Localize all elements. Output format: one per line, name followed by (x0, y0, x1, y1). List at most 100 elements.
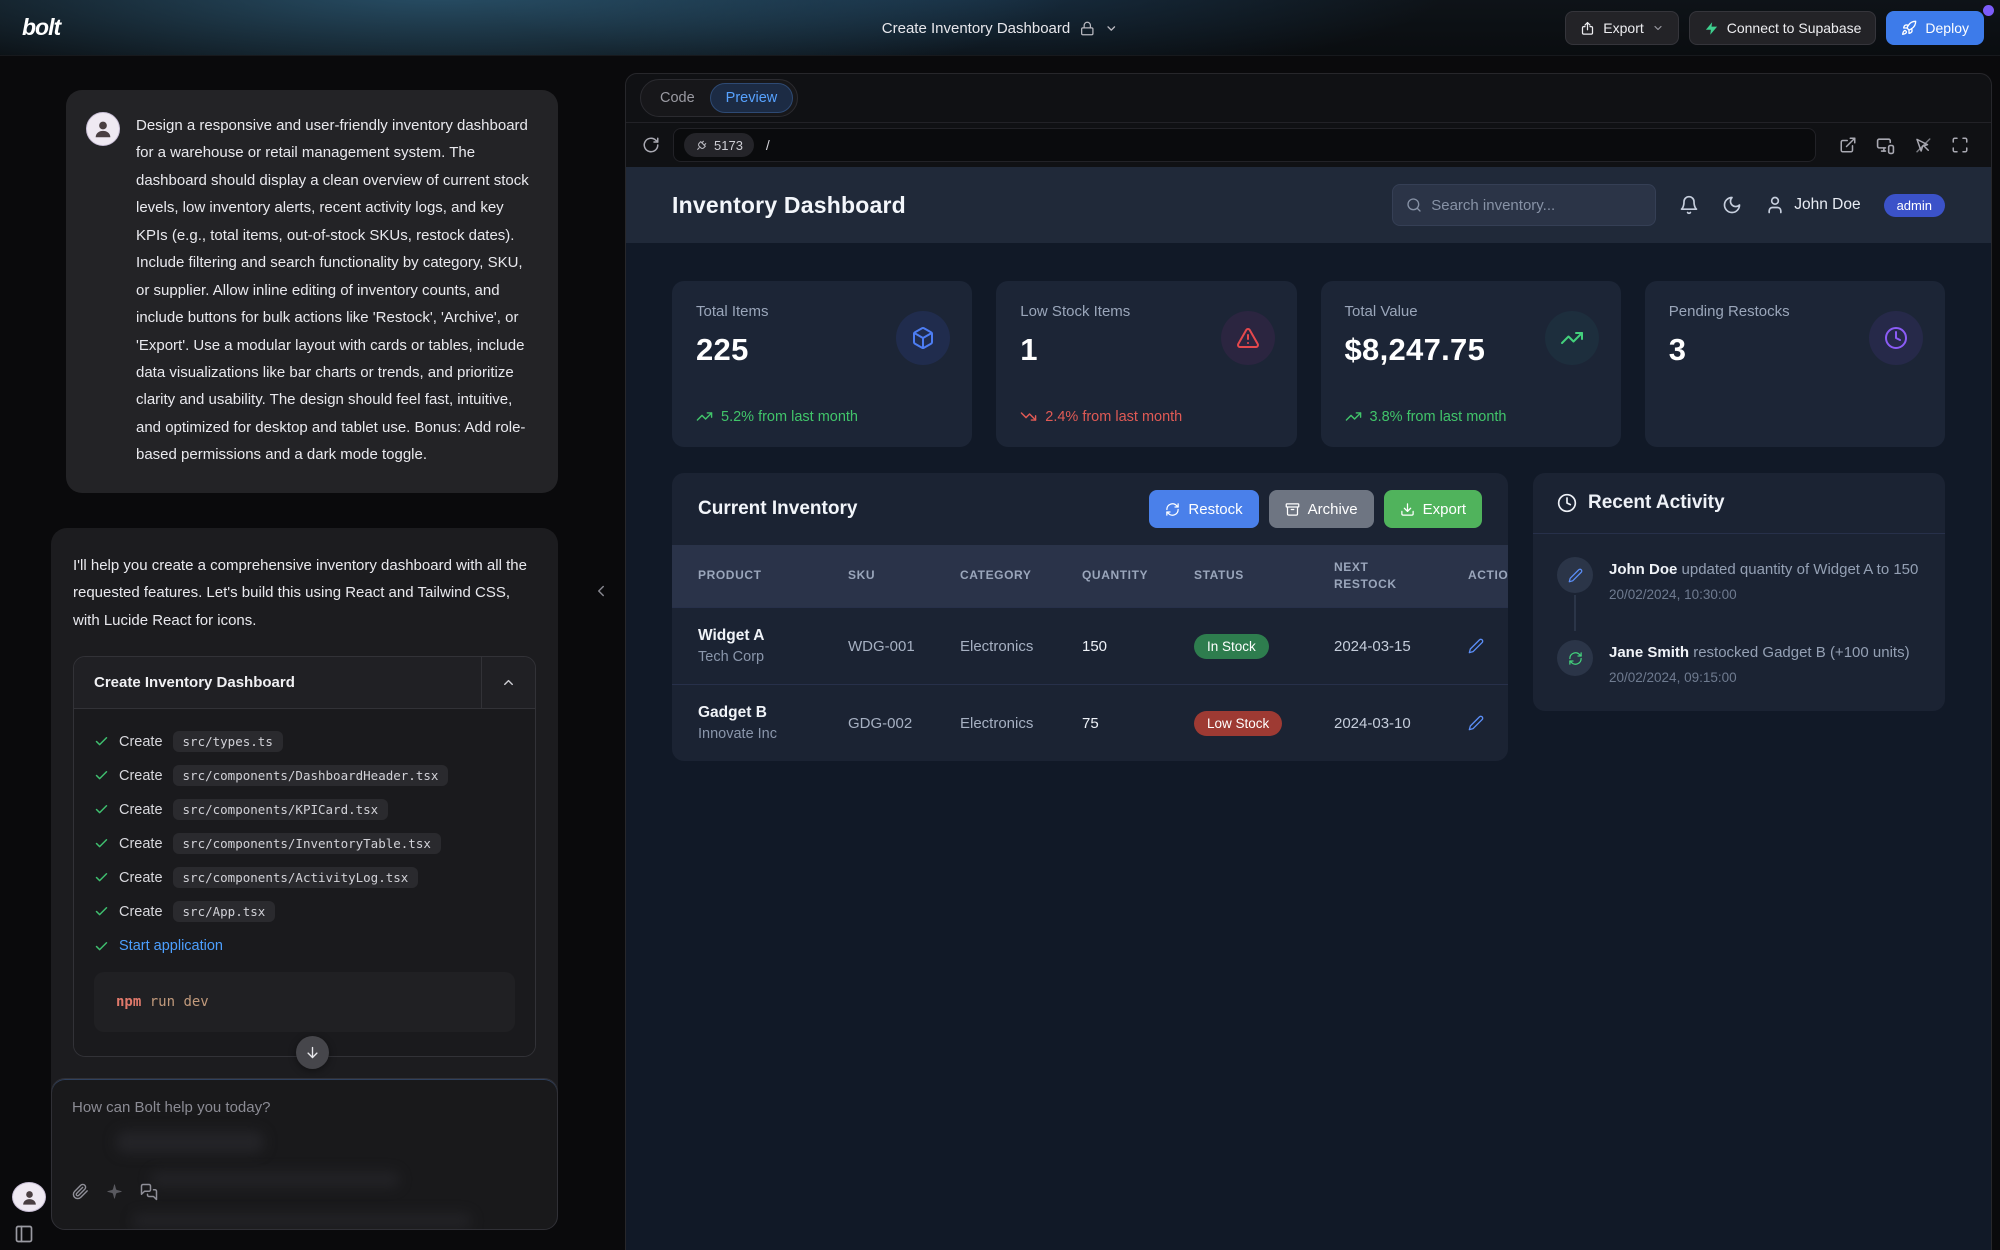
rocket-icon (1901, 20, 1917, 36)
table-row: Widget A Tech Corp WDG-001 Electronics 1… (672, 607, 1508, 684)
chat-input[interactable] (72, 1099, 537, 1116)
recent-activity-card: Recent Activity John Doe updated quantit… (1533, 473, 1945, 711)
edit-icon[interactable] (1468, 638, 1484, 654)
column-header-sku: SKU (848, 567, 960, 584)
blurred-content (132, 1213, 472, 1229)
collapse-panel-button[interactable] (592, 582, 610, 600)
product-name: Widget A (698, 627, 848, 645)
create-file-row: Create src/components/ActivityLog.tsx (94, 867, 515, 888)
create-file-row: Create src/components/InventoryTable.tsx (94, 833, 515, 854)
chevron-down-icon[interactable] (1105, 22, 1118, 35)
dark-mode-toggle-icon[interactable] (1722, 195, 1742, 215)
user-menu[interactable]: John Doe (1765, 195, 1860, 215)
trending-up-icon (1545, 311, 1599, 365)
category-cell: Electronics (960, 715, 1082, 732)
product-supplier: Innovate Inc (698, 726, 848, 742)
artifact-header[interactable]: Create Inventory Dashboard (74, 657, 535, 709)
open-in-new-tab-icon[interactable] (1839, 136, 1857, 154)
connect-supabase-button[interactable]: Connect to Supabase (1689, 11, 1877, 45)
attach-icon[interactable] (72, 1183, 89, 1201)
chevron-down-icon (1652, 22, 1664, 34)
archive-button[interactable]: Archive (1269, 490, 1374, 528)
create-file-row: Create src/components/KPICard.tsx (94, 799, 515, 820)
column-header-product: Product (698, 567, 848, 584)
tab-code[interactable]: Code (645, 84, 710, 112)
bolt-logo[interactable]: bolt (22, 14, 60, 41)
current-inventory-card: Current Inventory Restock Archive Export (672, 473, 1508, 761)
scroll-down-button[interactable] (296, 1036, 329, 1069)
trending-down-icon (1020, 408, 1037, 425)
start-application-row[interactable]: Start application (94, 938, 515, 954)
export-label: Export (1603, 20, 1643, 36)
url-bar[interactable]: 5173 / (673, 128, 1816, 162)
terminal-command-block: npm run dev (94, 972, 515, 1032)
activity-item: John Doe updated quantity of Widget A to… (1557, 557, 1921, 602)
preview-panel: Code Preview 5173 / Inventory Dashboard (625, 73, 1992, 1250)
bell-icon[interactable] (1679, 195, 1699, 215)
file-chip[interactable]: src/types.ts (173, 731, 283, 752)
editor-tabs-row: Code Preview (626, 74, 1991, 122)
export-button[interactable]: Export (1565, 11, 1678, 45)
sku-cell: GDG-002 (848, 715, 960, 732)
product-name: Gadget B (698, 704, 848, 722)
download-icon (1400, 502, 1415, 517)
search-input[interactable] (1431, 197, 1642, 214)
export-csv-button[interactable]: Export (1384, 490, 1482, 528)
port-chip[interactable]: 5173 (684, 133, 754, 157)
project-title-wrap[interactable]: Create Inventory Dashboard (882, 0, 1118, 56)
deploy-button[interactable]: Deploy (1886, 11, 1984, 45)
activity-action: updated quantity of Widget A to 150 (1677, 561, 1918, 578)
refresh-icon (1165, 502, 1180, 517)
inspect-cursor-icon[interactable] (1914, 136, 1932, 154)
table-row: Gadget B Innovate Inc GDG-002 Electronic… (672, 684, 1508, 761)
file-chip[interactable]: src/components/KPICard.tsx (173, 799, 389, 820)
file-chip[interactable]: src/App.tsx (173, 901, 276, 922)
package-icon (896, 311, 950, 365)
step-verb: Create (119, 870, 163, 886)
chat-panel: Design a responsive and user-friendly in… (0, 56, 620, 1250)
check-icon (94, 939, 109, 954)
next-restock-cell: 2024-03-15 (1334, 638, 1468, 655)
browser-bar: 5173 / (626, 122, 1991, 167)
responsive-devices-icon[interactable] (1876, 136, 1895, 155)
code-preview-toggle: Code Preview (640, 79, 798, 117)
chat-mode-icon[interactable] (140, 1183, 158, 1201)
account-avatar[interactable] (12, 1182, 46, 1212)
trending-up-icon (696, 408, 713, 425)
reload-icon[interactable] (642, 136, 660, 154)
artifact-card: Create Inventory Dashboard Create src/ty… (73, 656, 536, 1057)
restock-button[interactable]: Restock (1149, 490, 1258, 528)
assistant-message: I'll help you create a comprehensive inv… (51, 528, 558, 1166)
kpi-delta-text: 2.4% from last month (1045, 409, 1182, 425)
file-chip[interactable]: src/components/DashboardHeader.tsx (173, 765, 449, 786)
blurred-content (116, 1131, 264, 1153)
user-icon (1765, 195, 1785, 215)
file-chip[interactable]: src/components/InventoryTable.tsx (173, 833, 441, 854)
activity-timestamp: 20/02/2024, 09:15:00 (1609, 670, 1910, 685)
sidebar-toggle-icon[interactable] (14, 1224, 34, 1244)
export-csv-label: Export (1423, 501, 1466, 518)
user-message: Design a responsive and user-friendly in… (66, 90, 558, 493)
search-icon (1406, 197, 1422, 213)
check-icon (94, 768, 109, 783)
check-icon (94, 836, 109, 851)
search-box[interactable] (1392, 184, 1656, 226)
notification-dot (1983, 5, 1994, 16)
status-badge: In Stock (1194, 634, 1269, 659)
chevron-up-icon[interactable] (481, 657, 535, 708)
timeline-connector (1574, 595, 1576, 631)
edit-icon[interactable] (1468, 715, 1484, 731)
role-badge: admin (1884, 194, 1945, 217)
kpi-card-total-value: Total Value $8,247.75 3.8% from last mon… (1321, 281, 1621, 447)
sparkles-icon[interactable] (106, 1183, 123, 1201)
user-name: John Doe (1794, 196, 1860, 214)
kpi-delta-text: 5.2% from last month (721, 409, 858, 425)
column-header-category: Category (960, 567, 1082, 584)
activity-actor: John Doe (1609, 561, 1677, 578)
file-chip[interactable]: src/components/ActivityLog.tsx (173, 867, 419, 888)
top-bar: bolt Create Inventory Dashboard Export C… (0, 0, 2000, 56)
next-restock-cell: 2024-03-10 (1334, 715, 1468, 732)
quantity-cell: 150 (1082, 638, 1194, 655)
tab-preview[interactable]: Preview (710, 83, 794, 113)
fullscreen-icon[interactable] (1951, 136, 1969, 154)
